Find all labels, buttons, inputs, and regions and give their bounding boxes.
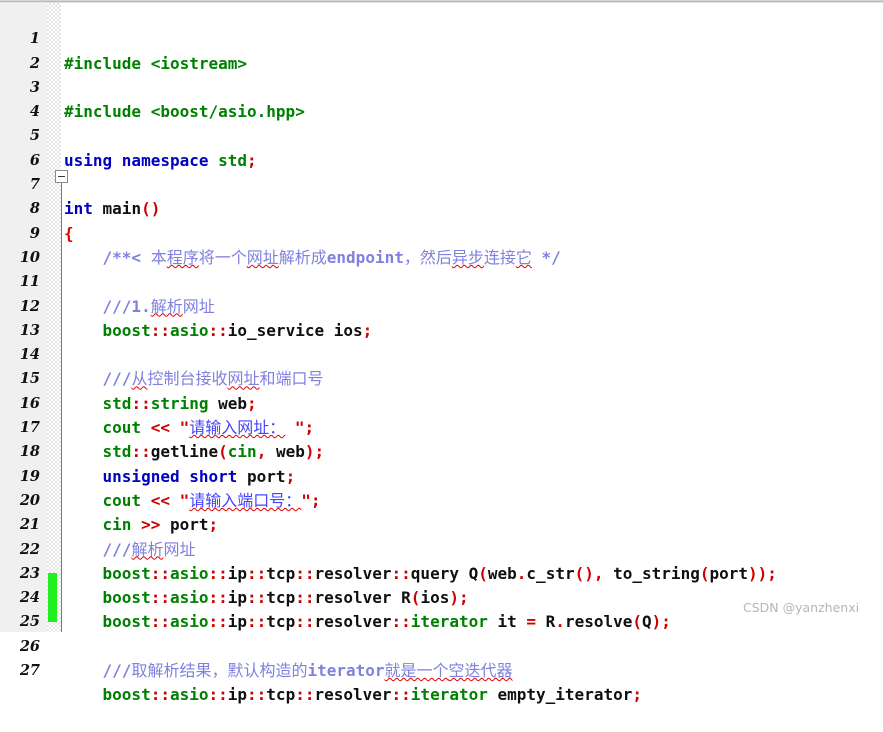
code-line[interactable]: 27 boost::asio::ip::tcp::resolver::itera…: [0, 635, 883, 704]
code-line[interactable]: 19 cout << "请输入端口号：";: [0, 440, 883, 510]
code-line[interactable]: 13: [0, 295, 883, 339]
code-line[interactable]: 8 {: [0, 173, 883, 242]
code-line[interactable]: 5 using namespace std;: [0, 100, 883, 169]
code-line[interactable]: 3 #include <boost/asio.hpp>: [0, 52, 883, 121]
code-line[interactable]: 10: [0, 222, 883, 266]
code-line[interactable]: 18 unsigned short port;: [0, 416, 883, 485]
code-line[interactable]: 1 #include <iostream>: [0, 3, 883, 72]
code-line[interactable]: 16 cout << "请输入网址： ";: [0, 367, 883, 437]
code-line[interactable]: 9 /**< 本程序将一个网址解析成endpoint，然后异步连接它 */: [0, 197, 883, 267]
line-content[interactable]: ///取解析结果，默认构造的iterator就是一个空迭代器: [64, 659, 513, 683]
line-number: 27: [19, 662, 40, 680]
code-lines: 1 #include <iostream> 2 3 #include <boos…: [0, 3, 883, 704]
line-content[interactable]: boost::asio::ip::tcp::resolver::iterator…: [64, 683, 642, 707]
code-line[interactable]: 17 std::getline(cin, web);: [0, 392, 883, 461]
code-line[interactable]: 15 std::string web;: [0, 343, 883, 412]
code-line[interactable]: 21 ///解析网址: [0, 489, 883, 558]
code-line[interactable]: 14 ///从控制台接收网址和端口号: [0, 319, 883, 388]
code-editor[interactable]: 1 #include <iostream> 2 3 #include <boos…: [0, 0, 883, 704]
code-line[interactable]: 20 cin >> port;: [0, 465, 883, 534]
code-line[interactable]: 23 boost::asio::ip::tcp::resolver R(ios)…: [0, 538, 883, 607]
code-line[interactable]: 6: [0, 124, 883, 169]
code-line[interactable]: 4: [0, 76, 883, 120]
code-line[interactable]: 24 boost::asio::ip::tcp::resolver::itera…: [0, 562, 883, 631]
code-line[interactable]: 2: [0, 27, 883, 72]
code-line[interactable]: 22 boost::asio::ip::tcp::resolver::query…: [0, 513, 883, 583]
code-line[interactable]: 11 ///1.解析网址: [0, 246, 883, 315]
code-line[interactable]: 7 int main(): [0, 149, 883, 218]
csdn-watermark: CSDN @yanzhenxi: [743, 600, 860, 615]
code-line[interactable]: 12 boost::asio::io_service ios;: [0, 270, 883, 340]
